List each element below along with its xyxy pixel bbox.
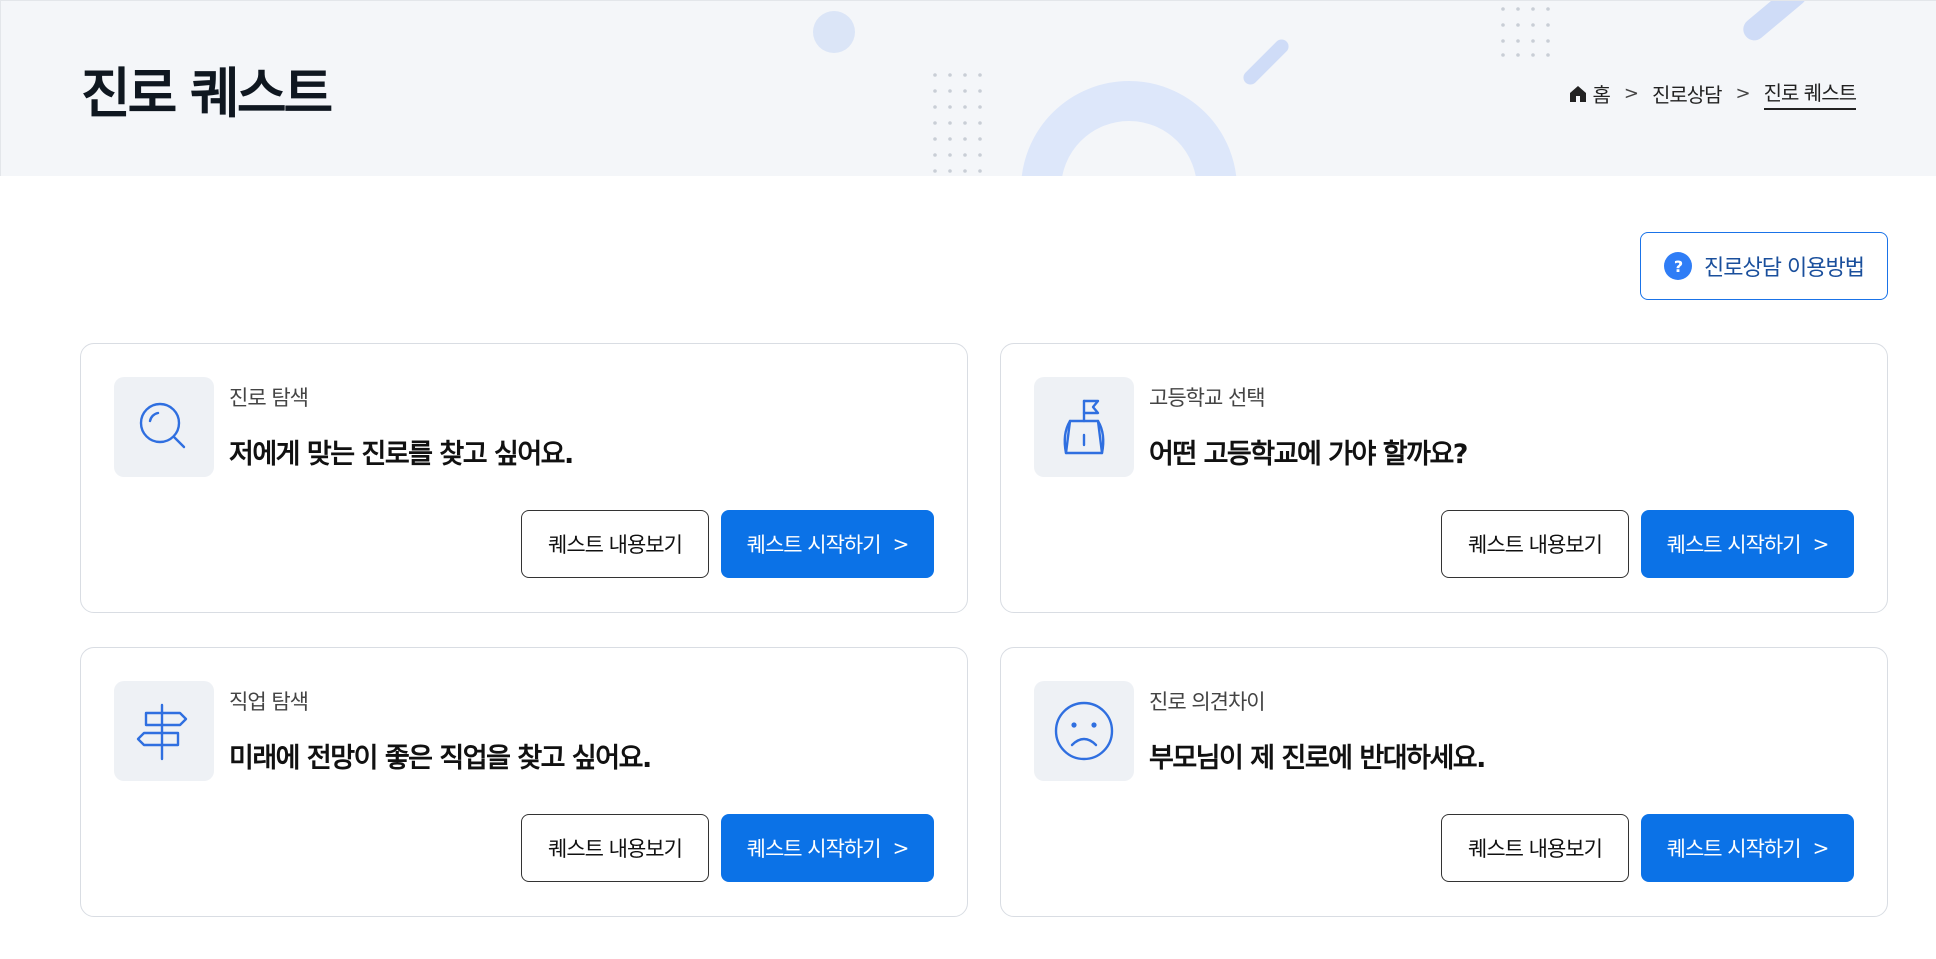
quest-card: 진로 탐색 저에게 맞는 진로를 찾고 싶어요. 퀘스트 내용보기 퀘스트 시작… [80, 343, 968, 613]
quest-category: 직업 탐색 [229, 690, 309, 714]
view-quest-button[interactable]: 퀘스트 내용보기 [521, 510, 709, 578]
decor-bar-2 [1738, 1, 1812, 45]
quest-card-icon-box [114, 377, 214, 477]
view-quest-button[interactable]: 퀘스트 내용보기 [1441, 814, 1629, 882]
quest-card-icon-box [1034, 681, 1134, 781]
decor-ring [1021, 81, 1237, 176]
start-quest-button[interactable]: 퀘스트 시작하기 > [1641, 814, 1854, 882]
start-quest-button[interactable]: 퀘스트 시작하기 > [721, 814, 934, 882]
quest-category: 진로 탐색 [229, 386, 309, 410]
page-header-band: 진로 퀘스트 홈 > 진로상담 > 진로 퀘스트 [0, 0, 1936, 176]
start-quest-label: 퀘스트 시작하기 [1666, 533, 1802, 557]
magnifier-icon [139, 402, 186, 449]
quest-category: 고등학교 선택 [1149, 386, 1266, 410]
view-quest-button[interactable]: 퀘스트 내용보기 [521, 814, 709, 882]
breadcrumb-item-counseling[interactable]: 진로상담 [1652, 79, 1723, 108]
start-quest-label: 퀘스트 시작하기 [746, 837, 882, 861]
quest-card-grid: 진로 탐색 저에게 맞는 진로를 찾고 싶어요. 퀘스트 내용보기 퀘스트 시작… [80, 343, 1888, 919]
view-quest-button[interactable]: 퀘스트 내용보기 [1441, 510, 1629, 578]
usage-guide-label: 진로상담 이용방법 [1704, 256, 1865, 281]
sad-face-icon [1054, 701, 1114, 761]
signpost-icon [136, 703, 188, 761]
quest-card-icon-box [114, 681, 214, 781]
quest-card: 직업 탐색 미래에 전망이 좋은 직업을 찾고 싶어요. 퀘스트 내용보기 퀘스… [80, 647, 968, 917]
breadcrumb-home-label: 홈 [1592, 83, 1610, 107]
start-quest-button[interactable]: 퀘스트 시작하기 > [721, 510, 934, 578]
decor-dots-2 [1501, 7, 1550, 57]
page-title: 진로 퀘스트 [81, 62, 333, 125]
quest-headline: 미래에 전망이 좋은 직업을 찾고 싶어요. [229, 743, 652, 774]
quest-card-icon-box [1034, 377, 1134, 477]
decor-bar-1 [1240, 36, 1292, 88]
start-quest-label: 퀘스트 시작하기 [1666, 837, 1802, 861]
breadcrumb-home[interactable]: 홈 [1568, 79, 1611, 108]
quest-headline: 어떤 고등학교에 가야 할까요? [1149, 439, 1468, 470]
quest-category: 진로 의견차이 [1149, 690, 1266, 714]
chevron-right-icon: > [892, 532, 910, 556]
decor-circle-small [813, 11, 855, 53]
chevron-right-icon: > [1623, 83, 1639, 104]
chevron-right-icon: > [1812, 836, 1830, 860]
flag-school-icon [1063, 399, 1105, 455]
quest-card: 고등학교 선택 어떤 고등학교에 가야 할까요? 퀘스트 내용보기 퀘스트 시작… [1000, 343, 1888, 613]
usage-guide-button[interactable]: ? 진로상담 이용방법 [1640, 232, 1888, 300]
quest-card: 진로 의견차이 부모님이 제 진로에 반대하세요. 퀘스트 내용보기 퀘스트 시… [1000, 647, 1888, 917]
breadcrumb-item-current[interactable]: 진로 퀘스트 [1763, 77, 1857, 110]
start-quest-label: 퀘스트 시작하기 [746, 533, 882, 557]
chevron-right-icon: > [1735, 83, 1751, 104]
decor-dots-1 [933, 73, 982, 173]
chevron-right-icon: > [892, 836, 910, 860]
quest-headline: 저에게 맞는 진로를 찾고 싶어요. [229, 439, 574, 470]
breadcrumb: 홈 > 진로상담 > 진로 퀘스트 [1568, 77, 1857, 110]
start-quest-button[interactable]: 퀘스트 시작하기 > [1641, 510, 1854, 578]
question-icon: ? [1664, 252, 1693, 280]
quest-headline: 부모님이 제 진로에 반대하세요. [1149, 743, 1486, 774]
home-icon [1570, 85, 1587, 102]
chevron-right-icon: > [1812, 532, 1830, 556]
